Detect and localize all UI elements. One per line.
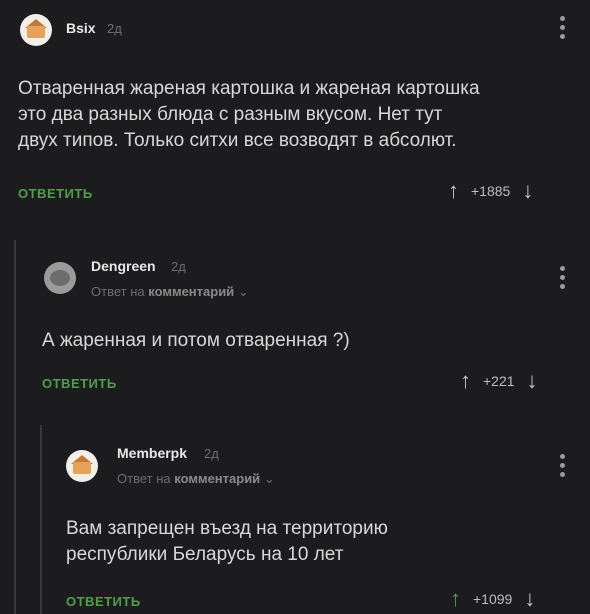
arrow-down-icon[interactable]: ↓	[522, 180, 533, 202]
thread-line-level-2	[40, 425, 42, 614]
avatar[interactable]	[20, 14, 52, 46]
chevron-down-icon: ⌄	[263, 471, 275, 486]
arrow-up-icon[interactable]: ↑	[450, 588, 461, 610]
arrow-down-icon[interactable]: ↓	[527, 370, 538, 392]
score: +1885	[471, 183, 511, 199]
more-vertical-icon[interactable]	[560, 266, 566, 289]
more-vertical-icon[interactable]	[560, 454, 566, 477]
comment-time: 2д	[171, 259, 186, 274]
thread-line-level-1	[14, 240, 16, 614]
more-vertical-icon[interactable]	[560, 16, 566, 39]
comment-text: А жаренная и потом отваренная ?)	[42, 330, 350, 351]
comment-time: 2д	[204, 446, 219, 461]
username[interactable]: Dengreen	[91, 258, 156, 274]
score: +1099	[473, 591, 513, 607]
arrow-down-icon[interactable]: ↓	[524, 588, 535, 610]
comment-time: 2д	[107, 21, 122, 36]
avatar[interactable]	[66, 450, 98, 482]
chevron-down-icon: ⌄	[237, 284, 249, 299]
username[interactable]: Bsix	[66, 20, 96, 36]
arrow-up-icon[interactable]: ↑	[460, 370, 471, 392]
reply-to-link[interactable]: Ответ на комментарий ⌄	[117, 471, 275, 487]
vote-controls: ↑ +221 ↓	[460, 370, 538, 392]
reply-button[interactable]: ОТВЕТИТЬ	[18, 186, 93, 201]
comment-text: Вам запрещен въезд на территорию республ…	[66, 518, 388, 565]
vote-controls: ↑ +1099 ↓	[450, 588, 535, 610]
username[interactable]: Memberpk	[117, 445, 187, 461]
arrow-up-icon[interactable]: ↑	[448, 180, 459, 202]
comment-text: Отваренная жареная картошка и жареная ка…	[18, 78, 480, 151]
score: +221	[483, 373, 515, 389]
avatar[interactable]	[44, 262, 76, 294]
reply-to-link[interactable]: Ответ на комментарий ⌄	[91, 284, 249, 300]
reply-button[interactable]: ОТВЕТИТЬ	[42, 376, 117, 391]
reply-button[interactable]: ОТВЕТИТЬ	[66, 594, 141, 609]
vote-controls: ↑ +1885 ↓	[448, 180, 533, 202]
